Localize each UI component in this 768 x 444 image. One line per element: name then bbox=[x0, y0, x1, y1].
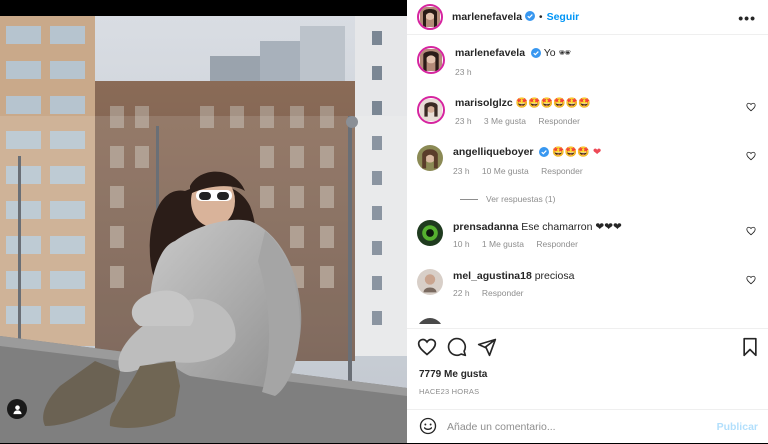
post-side-panel: marlenefavela • Seguir ••• marlenefavela… bbox=[407, 0, 768, 443]
comment-username[interactable]: angelliqueboyer bbox=[453, 146, 534, 158]
reply-button[interactable]: Responder bbox=[538, 116, 580, 126]
comment-username[interactable]: prensadanna bbox=[453, 221, 518, 233]
commenter-avatar[interactable] bbox=[417, 220, 443, 246]
view-replies-label: Ver respuestas (1) bbox=[486, 194, 556, 204]
caption-emoji: 🕶 bbox=[558, 48, 572, 59]
comment-time: 10 h bbox=[453, 239, 470, 249]
caption-body: marlenefavela Yo 🕶 23 h bbox=[455, 46, 571, 77]
comment-time: 23 h bbox=[453, 166, 470, 176]
comments-list: marlenefavela Yo 🕶 23 h marisolglzc � bbox=[407, 36, 768, 324]
photo-illustration bbox=[0, 16, 407, 443]
heart-icon[interactable] bbox=[746, 102, 756, 115]
reply-button[interactable]: Responder bbox=[541, 166, 583, 176]
comment-username[interactable]: marisolglzc bbox=[455, 97, 513, 109]
comment-item: marisolglzc 🤩🤩🤩🤩🤩🤩 23 h 3 Me gusta Respo… bbox=[417, 96, 762, 126]
likes-count[interactable]: 7779 Me gusta bbox=[419, 369, 487, 380]
publish-button[interactable]: Publicar bbox=[717, 421, 758, 433]
author-username[interactable]: marlenefavela bbox=[452, 11, 522, 23]
verified-icon bbox=[539, 147, 550, 161]
heart-icon[interactable] bbox=[746, 151, 756, 164]
header-separator: • bbox=[539, 11, 543, 23]
commenter-avatar[interactable] bbox=[417, 269, 443, 295]
verified-icon bbox=[525, 10, 536, 24]
post-photo[interactable] bbox=[0, 16, 407, 443]
comment-likes[interactable]: 1 Me gusta bbox=[482, 239, 524, 249]
posted-time: HACE23 HORAS bbox=[419, 387, 480, 396]
comment-item-partial bbox=[417, 318, 762, 324]
comment-text: Ese chamarron ❤❤❤ bbox=[521, 221, 622, 233]
comment-icon[interactable] bbox=[447, 337, 467, 360]
replies-line bbox=[460, 198, 478, 200]
post-header: marlenefavela • Seguir ••• bbox=[407, 0, 768, 35]
author-avatar[interactable] bbox=[417, 4, 443, 30]
follow-button[interactable]: Seguir bbox=[547, 11, 580, 23]
comment-item: prensadanna Ese chamarron ❤❤❤ 10 h 1 Me … bbox=[417, 220, 762, 249]
comment-likes[interactable]: 10 Me gusta bbox=[482, 166, 529, 176]
commenter-avatar[interactable] bbox=[417, 318, 443, 324]
caption-avatar[interactable] bbox=[417, 46, 445, 74]
comment-body: marisolglzc 🤩🤩🤩🤩🤩🤩 23 h 3 Me gusta Respo… bbox=[455, 96, 590, 126]
comment-time: 23 h bbox=[455, 116, 472, 126]
verified-icon bbox=[530, 48, 541, 62]
instagram-post-dialog: marlenefavela • Seguir ••• marlenefavela… bbox=[0, 0, 768, 443]
comment-time: 22 h bbox=[453, 288, 470, 298]
more-icon[interactable]: ••• bbox=[738, 10, 756, 26]
heart-icon[interactable] bbox=[417, 337, 437, 360]
comment-item: mel_agustina18 preciosa 22 h Responder bbox=[417, 269, 762, 298]
comment-body: prensadanna Ese chamarron ❤❤❤ 10 h 1 Me … bbox=[453, 220, 622, 249]
bookmark-icon[interactable] bbox=[740, 337, 760, 360]
add-comment-input[interactable] bbox=[447, 421, 687, 433]
commenter-avatar[interactable] bbox=[417, 145, 443, 171]
comment-username[interactable]: mel_agustina18 bbox=[453, 270, 532, 282]
tag-icon[interactable] bbox=[7, 399, 27, 419]
commenter-avatar[interactable] bbox=[417, 96, 445, 124]
comment-body: angelliqueboyer 🤩🤩🤩 ❤ 23 h 10 Me gusta R… bbox=[453, 145, 601, 176]
caption-username[interactable]: marlenefavela bbox=[455, 47, 525, 59]
add-comment-bar: Publicar bbox=[407, 409, 768, 444]
comment-text: 🤩🤩🤩 ❤ bbox=[552, 147, 602, 158]
heart-icon[interactable] bbox=[746, 275, 756, 288]
reply-button[interactable]: Responder bbox=[536, 239, 578, 249]
caption: marlenefavela Yo 🕶 23 h bbox=[417, 46, 762, 77]
comment-text: preciosa bbox=[534, 270, 575, 282]
caption-time: 23 h bbox=[455, 67, 472, 77]
comment-item: angelliqueboyer 🤩🤩🤩 ❤ 23 h 10 Me gusta R… bbox=[417, 145, 762, 176]
comment-body: mel_agustina18 preciosa 22 h Responder bbox=[453, 269, 574, 298]
comment-likes[interactable]: 3 Me gusta bbox=[484, 116, 526, 126]
emoji-icon[interactable] bbox=[419, 417, 437, 438]
heart-icon[interactable] bbox=[746, 226, 756, 239]
comment-text: 🤩🤩🤩🤩🤩🤩 bbox=[515, 98, 591, 109]
post-actions: 7779 Me gusta HACE23 HORAS Publicar bbox=[407, 328, 768, 443]
reply-button[interactable]: Responder bbox=[482, 288, 524, 298]
caption-text: Yo bbox=[543, 47, 556, 59]
action-row bbox=[417, 337, 760, 359]
share-icon[interactable] bbox=[477, 337, 497, 360]
view-replies-button[interactable]: Ver respuestas (1) bbox=[460, 194, 555, 204]
